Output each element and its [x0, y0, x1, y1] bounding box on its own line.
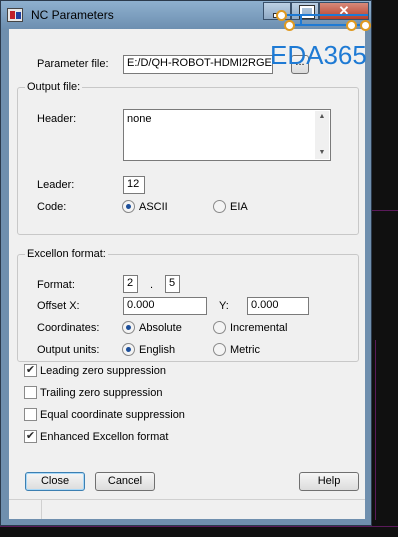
leader-field[interactable]: 12: [123, 176, 145, 194]
enhanced-excellon-checkbox[interactable]: ✔: [24, 430, 37, 443]
format-integer-field[interactable]: 2: [123, 275, 138, 293]
close-button[interactable]: Close: [25, 472, 85, 491]
watermark-trace: [282, 14, 368, 16]
offset-y-field[interactable]: 0.000: [247, 297, 309, 315]
leading-zero-checkbox[interactable]: ✔: [24, 364, 37, 377]
offset-x-label: Offset X:: [37, 300, 80, 312]
header-textarea[interactable]: none ▲ ▼: [123, 109, 331, 161]
header-label: Header:: [37, 113, 77, 125]
coordinates-label: Coordinates:: [37, 322, 100, 334]
header-scrollbar[interactable]: ▲ ▼: [315, 111, 329, 159]
excellon-format-group-title: Excellon format:: [25, 248, 108, 260]
trailing-zero-checkbox[interactable]: [24, 386, 37, 399]
help-button[interactable]: Help: [299, 472, 359, 491]
offset-y-label: Y:: [219, 300, 229, 312]
maximize-icon: [299, 5, 315, 19]
trailing-zero-label[interactable]: Trailing zero suppression: [40, 387, 162, 399]
leading-zero-label[interactable]: Leading zero suppression: [40, 365, 166, 377]
parameter-file-label: Parameter file:: [37, 58, 109, 70]
output-units-label: Output units:: [37, 344, 100, 356]
window-title: NC Parameters: [31, 8, 114, 22]
code-ascii-radio[interactable]: [122, 200, 135, 213]
app-icon: [7, 8, 23, 22]
coordinates-absolute-radio[interactable]: [122, 321, 135, 334]
watermark-dot-icon: [284, 20, 295, 31]
code-eia-label[interactable]: EIA: [230, 201, 248, 213]
enhanced-excellon-label[interactable]: Enhanced Excellon format: [40, 431, 168, 443]
coordinates-incremental-radio[interactable]: [213, 321, 226, 334]
watermark-dot-icon: [276, 10, 287, 21]
format-separator: .: [150, 279, 154, 291]
checkmark-icon: ✔: [25, 430, 36, 442]
watermark-logo: EDA365: [270, 40, 367, 70]
code-eia-radio[interactable]: [213, 200, 226, 213]
output-file-group-title: Output file:: [25, 81, 83, 93]
coordinates-absolute-label[interactable]: Absolute: [139, 322, 182, 334]
units-english-label[interactable]: English: [139, 344, 175, 356]
format-decimal-field[interactable]: 5: [165, 275, 180, 293]
maximize-button[interactable]: [291, 2, 319, 20]
parameter-file-field[interactable]: E:/D/QH-ROBOT-HDMI2RGE: [123, 55, 273, 74]
equal-coordinate-checkbox[interactable]: [24, 408, 37, 421]
scroll-up-icon[interactable]: ▲: [315, 111, 329, 123]
leader-label: Leader:: [37, 179, 75, 191]
dialog-client: Parameter file: E:/D/QH-ROBOT-HDMI2RGE .…: [9, 29, 365, 519]
status-separator: [9, 499, 365, 500]
coordinates-incremental-label[interactable]: Incremental: [230, 322, 287, 334]
checkmark-icon: ✔: [25, 364, 36, 376]
watermark-dot-icon: [360, 20, 371, 31]
units-metric-radio[interactable]: [213, 343, 226, 356]
scroll-down-icon[interactable]: ▼: [315, 147, 329, 159]
nc-parameters-window: NC Parameters ✕ Parameter file: E:/D/QH-…: [0, 0, 372, 526]
units-metric-label[interactable]: Metric: [230, 344, 260, 356]
status-bar-cell: [41, 499, 42, 519]
watermark-dot-icon: [346, 20, 357, 31]
cancel-button[interactable]: Cancel: [95, 472, 155, 491]
equal-coordinate-label[interactable]: Equal coordinate suppression: [40, 409, 185, 421]
code-ascii-label[interactable]: ASCII: [139, 201, 168, 213]
background-trace: [0, 526, 398, 527]
background-trace: [375, 340, 376, 520]
close-window-button[interactable]: ✕: [319, 2, 369, 20]
units-english-radio[interactable]: [122, 343, 135, 356]
code-label: Code:: [37, 201, 67, 213]
watermark-trace: [300, 16, 302, 24]
offset-x-field[interactable]: 0.000: [123, 297, 207, 315]
header-text: none: [127, 113, 152, 125]
background-trace: [372, 210, 398, 211]
format-label: Format:: [37, 279, 75, 291]
